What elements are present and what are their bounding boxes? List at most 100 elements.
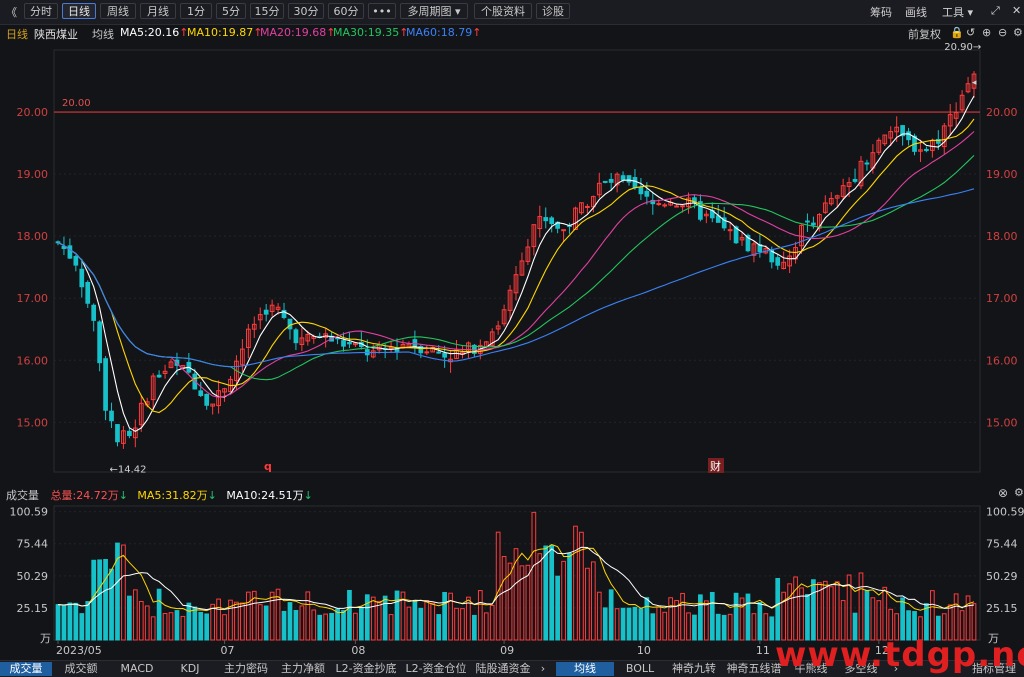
candle-body [924,148,929,152]
tab-macd[interactable]: MACD [112,662,162,676]
candle-body [91,304,97,321]
undo-icon[interactable]: ↺ [966,26,975,39]
tab-kdj[interactable]: KDJ [168,662,212,676]
volume-bar [727,613,733,641]
ma30-value: MA30:19.35↑ [333,26,409,39]
tools-button[interactable]: 工具 ▾ [942,4,973,20]
price-pointer-icon: ◂ [972,78,977,88]
volume-bar [626,607,632,641]
chart-frame [53,49,981,473]
volume-bar [150,616,156,641]
tab-northbound[interactable]: 陆股通资金 [472,662,534,676]
volume-bar [442,591,447,641]
tab-main-code[interactable]: 主力密码 [218,662,274,676]
volume-bar [757,602,763,641]
volume-bar [965,595,971,641]
volume-bar [287,602,293,641]
volume-bar [394,590,400,641]
ma-label[interactable]: 均线 [92,26,114,42]
close-panel-icon[interactable]: ⊗ [998,486,1008,500]
volume-header: 成交量 总量:24.72万↓ MA5:31.82万↓ MA10:24.51万↓ [6,489,313,502]
candle-body [626,175,632,183]
period-30min[interactable]: 30分 [288,3,324,19]
period-5min[interactable]: 5分 [216,3,246,19]
period-15min[interactable]: 15分 [250,3,284,19]
period-weekly[interactable]: 周线 [100,3,136,19]
candle-body [727,229,733,232]
volume-bar [180,615,186,641]
volume-title: 成交量 [6,489,39,502]
volume-bar [216,598,221,641]
multi-period-button[interactable]: 多周期图 ▾ [400,3,468,19]
period-daily[interactable]: 日线 [62,3,96,19]
volume-ma5: MA5:31.82万 [137,489,208,502]
volume-bar [662,611,668,641]
tab-l2-position[interactable]: L2-资金仓位 [402,662,470,676]
volume-total: 总量:24.72万 [50,489,119,502]
volume-bar [138,600,144,641]
y-tick-right: 17.00 [986,292,1018,305]
volume-bar [317,614,323,641]
volume-bar [733,592,739,641]
chip-button[interactable]: 筹码 [870,4,892,20]
x-tick-label: 09 [500,644,514,657]
tab-l2-bottom[interactable]: L2-资金抄底 [332,662,400,676]
volume-y-tick-right: 50.29 [986,570,1018,583]
tab-volume[interactable]: 成交量 [0,662,52,676]
y-tick-left: 16.00 [17,354,49,367]
period-1min[interactable]: 1分 [180,3,212,19]
tab-td9[interactable]: 神奇九转 [668,662,720,676]
adjust-mode[interactable]: 前复权 [908,26,941,42]
volume-bar [870,597,876,641]
settings-icon[interactable]: ⚙ [1013,26,1023,39]
candle-body [549,217,555,225]
candlestick-chart[interactable]: 20.00 20.00 19.00 19.00 18.00 18.00 17.00 17.00… [0,42,1024,482]
diagnose-button[interactable]: 诊股 [536,3,570,19]
volume-bar [323,613,329,641]
y-tick-right: 16.00 [986,354,1018,367]
volume-bar [519,565,525,641]
period-60min[interactable]: 60分 [328,3,364,19]
panel-settings-icon[interactable]: ⚙ [1014,486,1024,499]
volume-bar [156,588,162,641]
close-icon[interactable]: ✕ [1012,4,1021,17]
more-periods-button[interactable]: ••• [368,3,396,19]
tab-boll[interactable]: BOLL [616,662,664,676]
y-tick-left: 15.00 [17,416,49,429]
ma10-value: MA10:19.87↑ [187,26,263,39]
candle-body [543,217,549,222]
volume-bar [953,593,959,641]
volume-bar [650,613,656,641]
volume-bar [483,612,489,641]
candle-body [412,339,418,347]
zoom-in-icon[interactable]: ⊕ [982,26,991,39]
stock-profile-button[interactable]: 个股资料 [474,3,532,19]
volume-bar [85,601,91,641]
tab-main-net[interactable]: 主力净额 [276,662,330,676]
volume-bar [222,614,227,641]
volume-bar [882,586,888,641]
volume-bar [240,602,245,641]
draw-line-button[interactable]: 画线 [905,4,927,20]
ma-info-bar: 日线 陕西煤业 均线 MA5:20.16↑ MA10:19.87↑ MA20:1… [0,24,1024,42]
volume-bar [692,614,697,641]
tab-ma[interactable]: 均线 [556,662,614,676]
expand-icon[interactable]: ⤢ [991,4,1000,18]
volume-bar [555,575,560,641]
volume-ma10: MA10:24.51万 [226,489,304,502]
period-monthly[interactable]: 月线 [140,3,176,19]
ma60-value: MA60:18.79↑ [406,26,482,39]
candle-body [811,222,816,226]
x-tick-label: 2023/05 [56,644,102,657]
zoom-out-icon[interactable]: ⊖ [998,26,1007,39]
volume-bar [67,602,73,641]
tab-turnover[interactable]: 成交额 [56,662,106,676]
chevron-right-icon[interactable]: › [537,662,549,676]
lock-icon[interactable]: 🔒 [950,26,964,39]
period-fenshi[interactable]: 分时 [24,3,58,19]
volume-bar [61,604,67,641]
x-tick-label: 07 [221,644,235,657]
low-label: ←14.42 [109,464,146,475]
hline-label: 20.00 [62,98,91,109]
collapse-icon[interactable]: 《 [6,4,17,20]
